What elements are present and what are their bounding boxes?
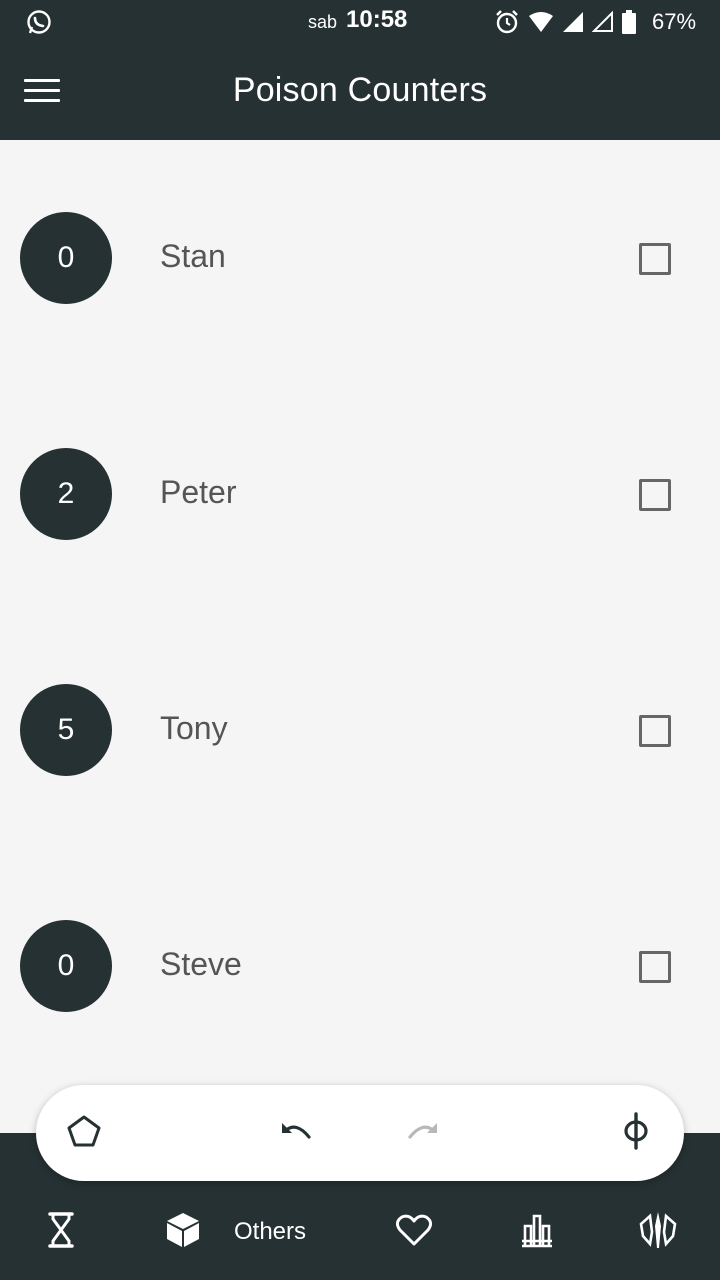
nav-life[interactable]: [395, 1210, 433, 1254]
cube-icon: [166, 1212, 200, 1253]
undo-icon: [279, 1119, 313, 1148]
player-row[interactable]: 5 Tony: [0, 670, 720, 790]
player-row[interactable]: 0 Steve: [0, 906, 720, 1026]
page-title: Poison Counters: [232, 71, 488, 109]
whatsapp-icon: [26, 9, 52, 40]
nav-others[interactable]: Others: [166, 1210, 306, 1254]
nav-planeswalker[interactable]: [638, 1210, 678, 1254]
player-name: Tony: [160, 710, 228, 746]
phi-button[interactable]: [616, 1111, 656, 1155]
player-name: Stan: [160, 238, 226, 274]
poison-counter[interactable]: 5: [20, 684, 112, 776]
heart-icon: [395, 1214, 433, 1251]
nav-commander[interactable]: [519, 1210, 555, 1254]
player-checkbox[interactable]: [639, 243, 671, 275]
alarm-icon: [494, 9, 520, 40]
undo-button[interactable]: [276, 1113, 316, 1153]
player-checkbox[interactable]: [639, 715, 671, 747]
status-day: sab: [308, 12, 338, 32]
player-name: Steve: [160, 946, 242, 982]
battery-percent: 67%: [652, 9, 697, 34]
player-row[interactable]: 0 Stan: [0, 198, 720, 318]
signal-empty-icon: [591, 10, 614, 38]
nav-others-label: Others: [234, 1218, 307, 1245]
pentagon-button[interactable]: [64, 1113, 104, 1153]
poison-counter[interactable]: 0: [20, 212, 112, 304]
floating-toolbar: [36, 1085, 684, 1181]
status-bar: sab 10:58 67%: [0, 0, 720, 42]
player-checkbox[interactable]: [639, 479, 671, 511]
player-name: Peter: [160, 474, 237, 510]
wifi-icon: [528, 11, 554, 38]
redo-icon: [406, 1119, 440, 1148]
castle-icon: [519, 1212, 555, 1253]
phi-icon: [621, 1111, 651, 1155]
app-bar: Poison Counters: [0, 42, 720, 140]
planeswalker-icon: [638, 1210, 678, 1255]
pentagon-icon: [66, 1114, 102, 1153]
poison-counter[interactable]: 0: [20, 920, 112, 1012]
player-row[interactable]: 2 Peter: [0, 434, 720, 554]
status-time: 10:58: [346, 6, 408, 33]
player-checkbox[interactable]: [639, 951, 671, 983]
hourglass-icon: [46, 1211, 76, 1254]
battery-icon: [622, 10, 636, 39]
signal-icon: [562, 11, 584, 38]
poison-counter[interactable]: 2: [20, 448, 112, 540]
redo-button[interactable]: [403, 1113, 443, 1153]
nav-timer[interactable]: [46, 1210, 76, 1254]
